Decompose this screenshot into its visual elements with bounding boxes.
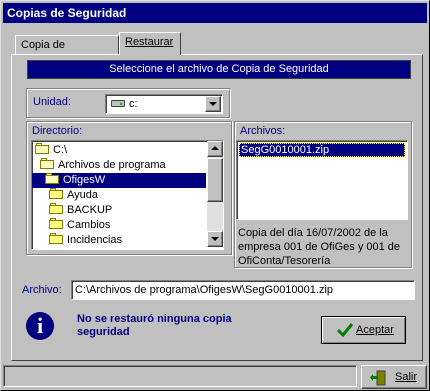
tree-item-label: Incidencias (67, 234, 123, 246)
drive-select[interactable]: c: (105, 94, 223, 114)
chevron-up-icon (211, 146, 219, 150)
tree-item-label: Archivos de programa (58, 159, 166, 171)
salir-label: Salir (395, 371, 418, 383)
files-list[interactable]: SegG0010001.zip (236, 140, 408, 220)
chevron-down-icon (209, 102, 217, 106)
tree-item-label: BACKUP (67, 204, 113, 216)
folder-icon (49, 203, 64, 214)
hard-drive-icon (111, 100, 125, 107)
check-icon (336, 322, 354, 341)
salir-button[interactable]: Salir (361, 365, 427, 389)
tab-copia-de-seguridad[interactable]: Copia de Seguridad (15, 35, 119, 69)
backup-window: Copias de Seguridad Copia de Seguridad R… (0, 0, 430, 391)
drive-dropdown-button[interactable] (205, 96, 221, 112)
scroll-thumb[interactable] (207, 158, 223, 202)
aceptar-button[interactable]: Aceptar (321, 316, 406, 344)
tree-item[interactable]: BACKUP (49, 203, 112, 218)
folder-icon (49, 188, 64, 199)
folder-icon (49, 233, 64, 244)
status-message: No se restauró ninguna copia seguridad (77, 313, 232, 338)
directory-label: Directorio: (32, 125, 83, 137)
tree-item-label: Cambios (67, 219, 111, 231)
files-label: Archivos: (240, 125, 286, 137)
window-title: Copias de Seguridad (3, 3, 427, 23)
tree-item[interactable]: Cambios (49, 218, 110, 233)
file-description: Copia del día 16/07/2002 de la empresa 0… (238, 227, 401, 267)
info-icon: i (26, 312, 54, 340)
drive-value: c: (129, 98, 138, 110)
open-folder-icon (35, 143, 50, 154)
chevron-down-icon (211, 237, 219, 241)
tree-item[interactable]: Ayuda (49, 188, 98, 203)
directory-tree[interactable]: C:\ Archivos de programa OfigesW Ayuda B… (31, 140, 224, 250)
tree-item[interactable]: Archivos de programa (40, 158, 166, 173)
open-folder-icon (45, 173, 60, 184)
scroll-up-button[interactable] (207, 141, 223, 157)
folder-icon (49, 218, 64, 229)
tree-item[interactable]: C:\ (35, 143, 67, 158)
tree-item-label: OfigesW (63, 174, 106, 186)
archivo-label: Archivo: (22, 284, 62, 296)
drive-label: Unidad: (33, 96, 71, 108)
file-item-label: SegG0010001.zip (241, 144, 330, 156)
archivo-path-field[interactable]: C:\Archivos de programa\OfigesW\SegG0010… (71, 280, 415, 300)
tree-item[interactable]: Incidencias (49, 233, 122, 248)
instruction-banner: Seleccione el archivo de Copia de Seguri… (27, 60, 411, 79)
tree-item-label: C:\ (53, 144, 68, 156)
aceptar-label: Aceptar (356, 324, 394, 336)
open-folder-icon (40, 158, 55, 169)
tab-label: Restaurar (125, 36, 174, 48)
status-bar (3, 365, 357, 387)
file-item-selected[interactable]: SegG0010001.zip (239, 143, 405, 157)
exit-door-icon (370, 370, 388, 389)
directory-scrollbar[interactable] (207, 141, 223, 247)
tab-restaurar[interactable]: Restaurar (119, 32, 181, 55)
tree-item-selected[interactable]: OfigesW (32, 173, 206, 188)
scroll-down-button[interactable] (207, 231, 223, 247)
tree-item-label: Ayuda (67, 189, 98, 201)
